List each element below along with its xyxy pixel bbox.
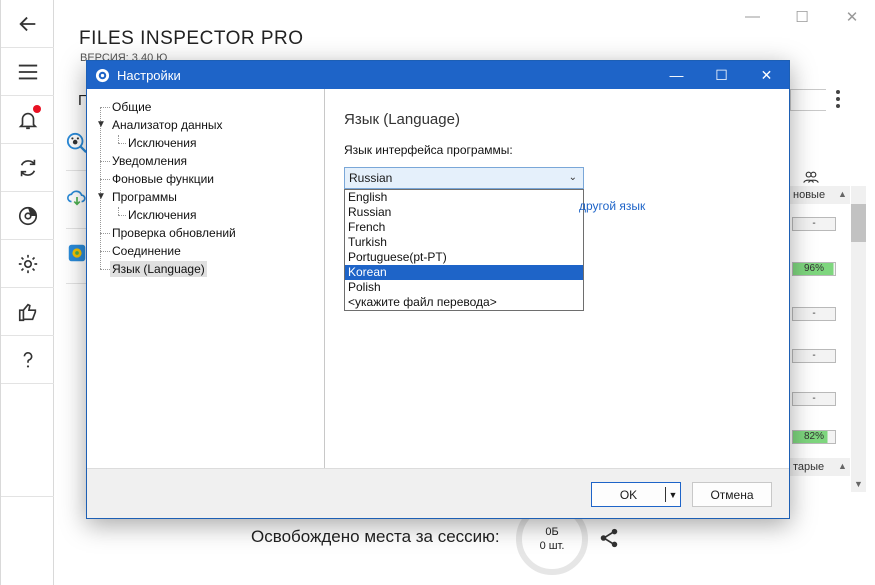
language-option-russian[interactable]: Russian [345, 205, 583, 220]
share-icon[interactable] [598, 527, 620, 549]
scrollbar-thumb[interactable] [851, 204, 866, 242]
tree-item-analyzer-exclusions[interactable]: Исключения [128, 135, 197, 151]
dialog-close-button[interactable]: ✕ [744, 61, 789, 89]
ok-button[interactable]: OK ▼ [591, 482, 681, 507]
divider [66, 228, 86, 229]
language-option-french[interactable]: French [345, 220, 583, 235]
language-option-portuguese[interactable]: Portuguese(pt-PT) [345, 250, 583, 265]
like-button[interactable] [1, 288, 54, 336]
tree-connector [100, 233, 110, 234]
tree-connector [118, 143, 126, 144]
tree-item-connection[interactable]: Соединение [112, 243, 181, 259]
sort-up-icon[interactable]: ▲ [838, 189, 847, 199]
other-language-link[interactable]: другой язык [579, 199, 645, 213]
ok-label: OK [592, 487, 666, 502]
nav-rail [0, 0, 54, 585]
help-button[interactable] [1, 336, 54, 384]
sort-up-icon[interactable]: ▲ [838, 461, 847, 471]
table-cell: - [792, 392, 836, 406]
menu-button[interactable] [1, 48, 54, 96]
tree-connector [100, 251, 110, 252]
app-title: FILES INSPECTOR PRO [79, 28, 304, 49]
table-cell: - [792, 217, 836, 231]
tree-item-general[interactable]: Общие [112, 99, 151, 115]
disk-icon [18, 206, 37, 225]
tree-connector [100, 179, 110, 180]
tree-connector [100, 107, 110, 108]
settings-content: Язык (Language) Язык интерфейса программ… [326, 89, 789, 470]
users-icon [803, 171, 819, 183]
rail-spacer [1, 384, 54, 497]
table-cell: - [792, 349, 836, 363]
app-logo-icon [95, 68, 110, 82]
app-box-icon [68, 244, 86, 262]
disk-button[interactable] [1, 192, 54, 240]
minimize-button[interactable]: — [745, 8, 760, 26]
cancel-button[interactable]: Отмена [692, 482, 772, 507]
dialog-footer: OK ▼ Отмена [87, 468, 789, 518]
dialog-minimize-button[interactable]: — [654, 61, 699, 89]
thumbs-up-icon [18, 303, 36, 321]
tree-item-background[interactable]: Фоновые функции [112, 171, 214, 187]
dialog-title: Настройки [117, 67, 181, 83]
chevron-down-icon[interactable]: ▼ [96, 191, 106, 202]
table-cell: 96% [792, 262, 836, 276]
close-button[interactable]: ✕ [845, 8, 859, 26]
freed-space-label: Освобождено места за сессию: [251, 527, 500, 546]
language-option-custom-file[interactable]: <укажите файл перевода> [345, 295, 583, 310]
language-option-polish[interactable]: Polish [345, 280, 583, 295]
language-select[interactable]: Russian ⌄ [344, 167, 584, 189]
tree-item-data-analyzer[interactable]: Анализатор данных [112, 117, 223, 133]
freed-size: 0Б [545, 526, 559, 538]
cloud-download-icon [67, 190, 86, 206]
tree-connector [100, 269, 110, 270]
tree-item-language[interactable]: Язык (Language) [110, 261, 207, 277]
refresh-button[interactable] [1, 144, 54, 192]
divider [66, 283, 86, 284]
tree-item-notifications[interactable]: Уведомления [112, 153, 187, 169]
tree-connector [118, 135, 119, 143]
table-cell: 82% [792, 430, 836, 444]
language-select-value: Russian [349, 171, 393, 185]
chevron-down-icon: ⌄ [568, 172, 577, 183]
table-cell: - [792, 307, 836, 321]
language-option-turkish[interactable]: Turkish [345, 235, 583, 250]
tree-connector [118, 215, 126, 216]
language-label: Язык интерфейса программы: [344, 143, 513, 157]
scroll-down-icon[interactable]: ▼ [854, 479, 863, 489]
settings-dialog: Настройки — ☐ ✕ Общие ▼ Анализатор данны… [86, 60, 790, 519]
settings-button[interactable] [1, 240, 54, 288]
notifications-button[interactable] [1, 96, 54, 144]
back-button[interactable] [1, 0, 54, 48]
gear-icon [18, 254, 37, 273]
tree-connector [100, 107, 101, 269]
chevron-down-icon[interactable]: ▼ [96, 119, 106, 130]
paw-search-icon [66, 132, 87, 153]
freed-count: 0 шт. [539, 540, 565, 552]
help-icon [23, 351, 32, 368]
settings-tree: Общие ▼ Анализатор данных Исключения Уве… [87, 89, 325, 470]
ok-dropdown-arrow-icon[interactable]: ▼ [666, 483, 680, 506]
section-title: Язык (Language) [344, 111, 460, 128]
notification-badge [33, 105, 41, 113]
tree-connector [118, 207, 119, 215]
search-input[interactable] [790, 89, 826, 111]
window-controls: — ☐ ✕ [745, 8, 859, 26]
back-arrow-icon [18, 16, 35, 31]
language-option-korean[interactable]: Korean [345, 265, 583, 280]
tree-connector [100, 161, 110, 162]
more-options-button[interactable] [836, 90, 840, 108]
maximize-button[interactable]: ☐ [795, 8, 809, 26]
tree-item-updates[interactable]: Проверка обновлений [112, 225, 236, 241]
language-dropdown-list[interactable]: English Russian French Turkish Portugues… [344, 189, 584, 311]
dialog-titlebar[interactable]: Настройки — ☐ ✕ [87, 61, 789, 89]
dialog-maximize-button[interactable]: ☐ [699, 61, 744, 89]
language-option-english[interactable]: English [345, 190, 583, 205]
hamburger-menu-icon [18, 64, 37, 79]
divider [66, 170, 86, 171]
refresh-icon [20, 159, 35, 176]
tree-item-programs-exclusions[interactable]: Исключения [128, 207, 197, 223]
tree-item-programs[interactable]: Программы [112, 189, 177, 205]
